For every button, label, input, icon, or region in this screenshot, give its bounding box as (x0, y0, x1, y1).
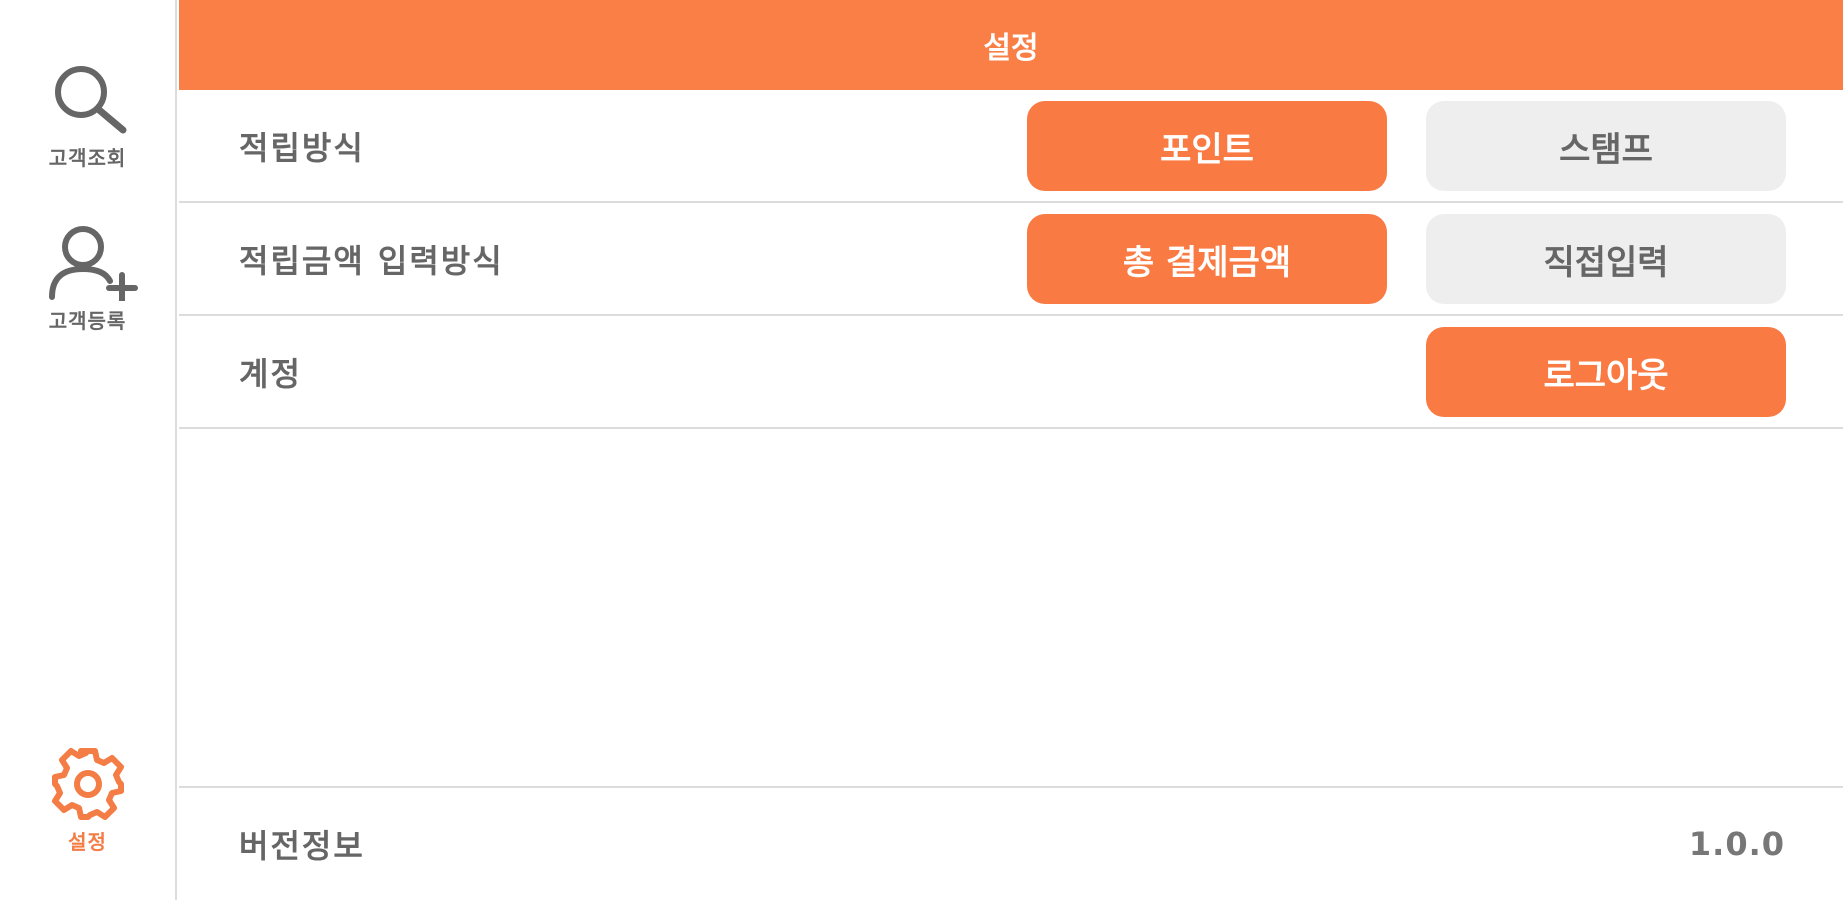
sidebar-item-customer-register[interactable]: 고객등록 (0, 225, 175, 334)
version-label: 버전정보 (239, 827, 365, 865)
settings-row-accumulation-method: 적립방식 포인트 스탬프 (179, 90, 1843, 203)
search-icon (43, 62, 133, 138)
header-bar: 설정 (179, 0, 1843, 90)
sidebar-item-customer-search[interactable]: 고객조회 (0, 62, 175, 171)
version-value: 1.0.0 (1688, 825, 1785, 863)
direct-input-option-button[interactable]: 직접입력 (1426, 214, 1786, 304)
settings-row-amount-input-method: 적립금액 입력방식 총 결제금액 직접입력 (179, 203, 1843, 316)
total-payment-option-button[interactable]: 총 결제금액 (1027, 214, 1387, 304)
version-info: 버전정보 1.0.0 (179, 786, 1843, 900)
page-title: 설정 (983, 31, 1039, 66)
gear-icon (43, 746, 133, 822)
sidebar-item-label: 고객조회 (48, 146, 127, 170)
sidebar-item-label: 설정 (68, 830, 107, 854)
row-label: 적립방식 (239, 128, 365, 167)
point-option-button[interactable]: 포인트 (1027, 101, 1387, 191)
row-label: 계정 (239, 354, 302, 393)
add-user-icon (38, 225, 138, 301)
app: 고객조회 고객등록 설정 설정 적립방식 포인트 스탬프 적립금액 입력방식 총… (0, 0, 1843, 900)
settings-row-account: 계정 로그아웃 (179, 316, 1843, 429)
settings-list: 적립방식 포인트 스탬프 적립금액 입력방식 총 결제금액 직접입력 계정 로그… (179, 90, 1843, 429)
sidebar: 고객조회 고객등록 설정 (0, 0, 177, 900)
row-label: 적립금액 입력방식 (239, 241, 504, 280)
sidebar-item-settings[interactable]: 설정 (0, 746, 175, 855)
sidebar-item-label: 고객등록 (48, 309, 127, 333)
stamp-option-button[interactable]: 스탬프 (1426, 101, 1786, 191)
logout-button[interactable]: 로그아웃 (1426, 327, 1786, 417)
